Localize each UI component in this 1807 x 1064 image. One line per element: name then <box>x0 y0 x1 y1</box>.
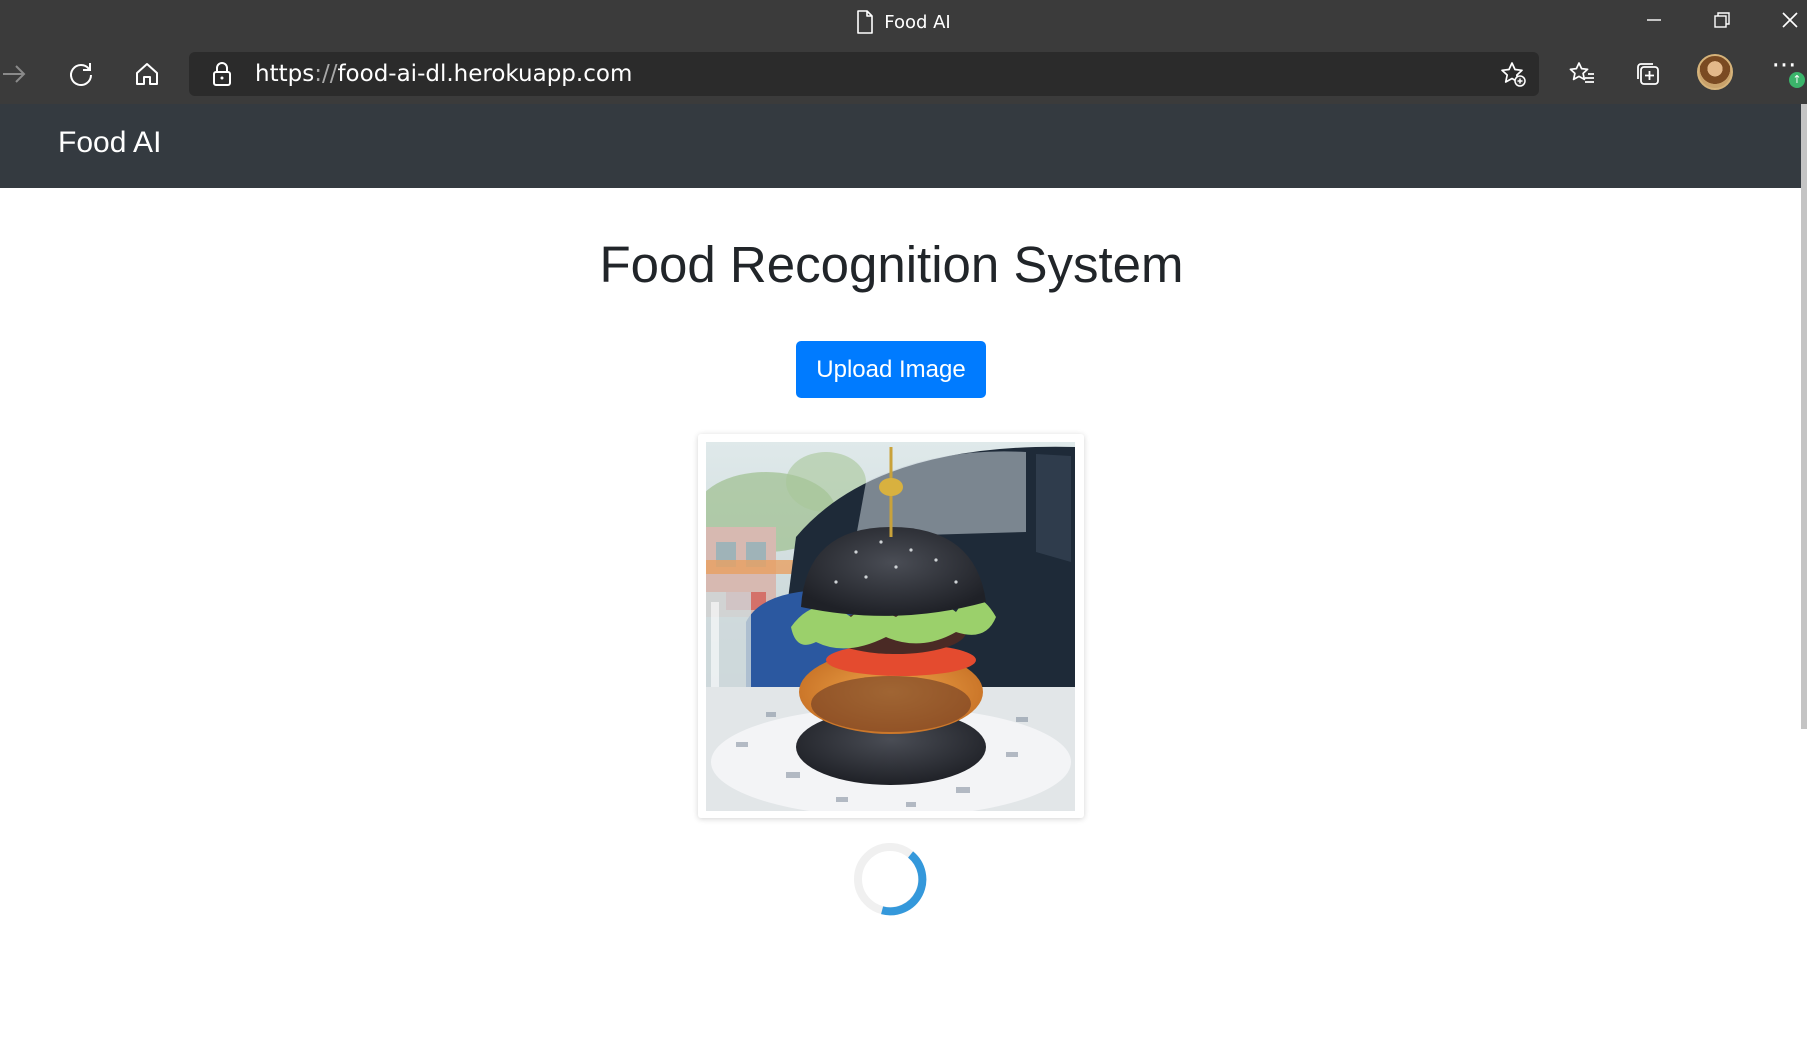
close-window-button[interactable] <box>1756 0 1807 40</box>
url-text[interactable]: https://food-ai-dl.herokuapp.com <box>255 60 632 88</box>
site-brand[interactable]: Food AI <box>58 126 161 160</box>
restore-icon <box>1714 12 1730 28</box>
page-heading: Food Recognition System <box>599 236 1184 293</box>
favorites-button[interactable] <box>1562 54 1602 94</box>
page-scrollbar[interactable] <box>1801 104 1807 729</box>
refresh-button[interactable] <box>61 54 101 94</box>
home-icon <box>136 63 158 85</box>
minimize-icon <box>1647 19 1661 21</box>
url-host: food-ai-dl.herokuapp.com <box>337 61 633 87</box>
minimize-button[interactable] <box>1620 0 1688 40</box>
collections-icon <box>1637 63 1659 85</box>
forward-arrow-icon <box>3 65 26 83</box>
restore-button[interactable] <box>1688 0 1756 40</box>
close-icon <box>1782 12 1798 28</box>
uploaded-image-card <box>698 434 1084 818</box>
favorites-list-icon <box>1569 62 1594 83</box>
url-scheme: https <box>255 61 315 87</box>
collections-button[interactable] <box>1628 54 1668 94</box>
url-separator: :// <box>314 61 338 87</box>
window-title-text: Food AI <box>884 11 951 33</box>
add-favorite-icon[interactable] <box>1499 60 1527 88</box>
page-document-icon <box>857 10 874 34</box>
browser-toolbar: https://food-ai-dl.herokuapp.com ··· ↑ <box>0 44 1807 104</box>
browser-title-bar: Food AI <box>0 0 1807 44</box>
update-badge: ↑ <box>1789 72 1805 88</box>
forward-button[interactable] <box>0 54 34 94</box>
food-photo <box>706 442 1075 811</box>
refresh-icon <box>70 63 92 86</box>
home-button[interactable] <box>127 54 167 94</box>
loading-spinner <box>854 843 927 916</box>
profile-avatar[interactable] <box>1697 54 1733 90</box>
lock-icon <box>213 62 231 86</box>
address-bar[interactable]: https://food-ai-dl.herokuapp.com <box>189 52 1539 96</box>
upload-image-button[interactable]: Upload Image <box>796 341 986 398</box>
site-navbar: Food AI <box>0 104 1807 188</box>
window-title: Food AI <box>0 9 1807 35</box>
